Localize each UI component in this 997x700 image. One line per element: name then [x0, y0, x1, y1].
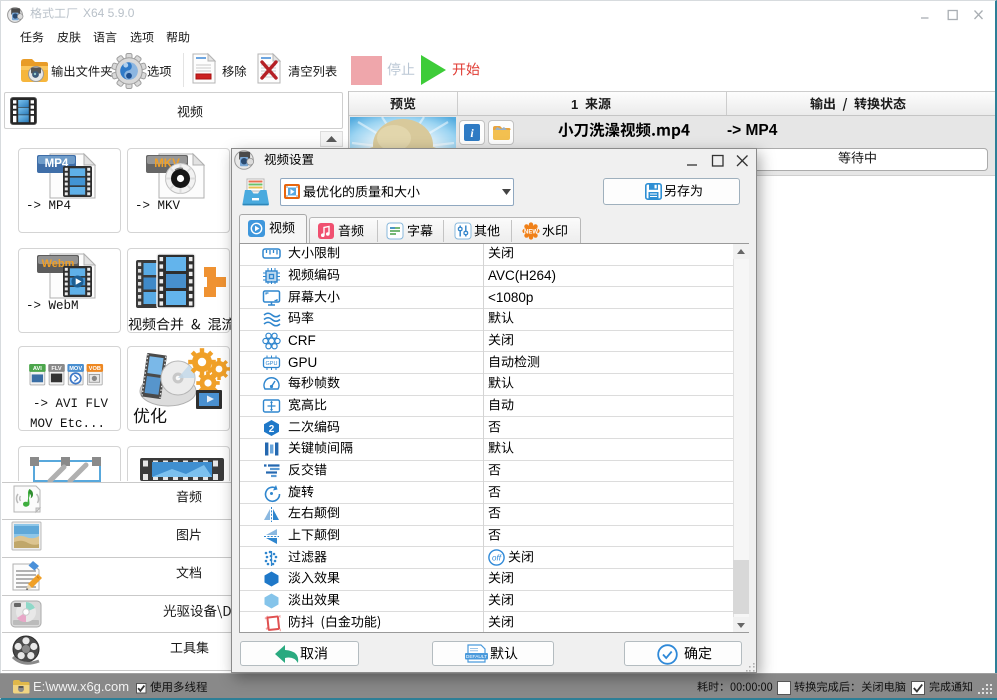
svg-text:DEFAULT: DEFAULT [466, 654, 487, 660]
svg-text:VOB: VOB [89, 366, 101, 372]
svg-text:MOV: MOV [69, 366, 82, 372]
svg-text:off: off [492, 554, 502, 563]
svg-text:NEW: NEW [524, 230, 538, 236]
svg-text:AVI: AVI [33, 366, 42, 372]
svg-text:GPU: GPU [266, 361, 278, 367]
svg-text:FLV: FLV [51, 366, 61, 372]
svg-text:2: 2 [269, 423, 275, 434]
